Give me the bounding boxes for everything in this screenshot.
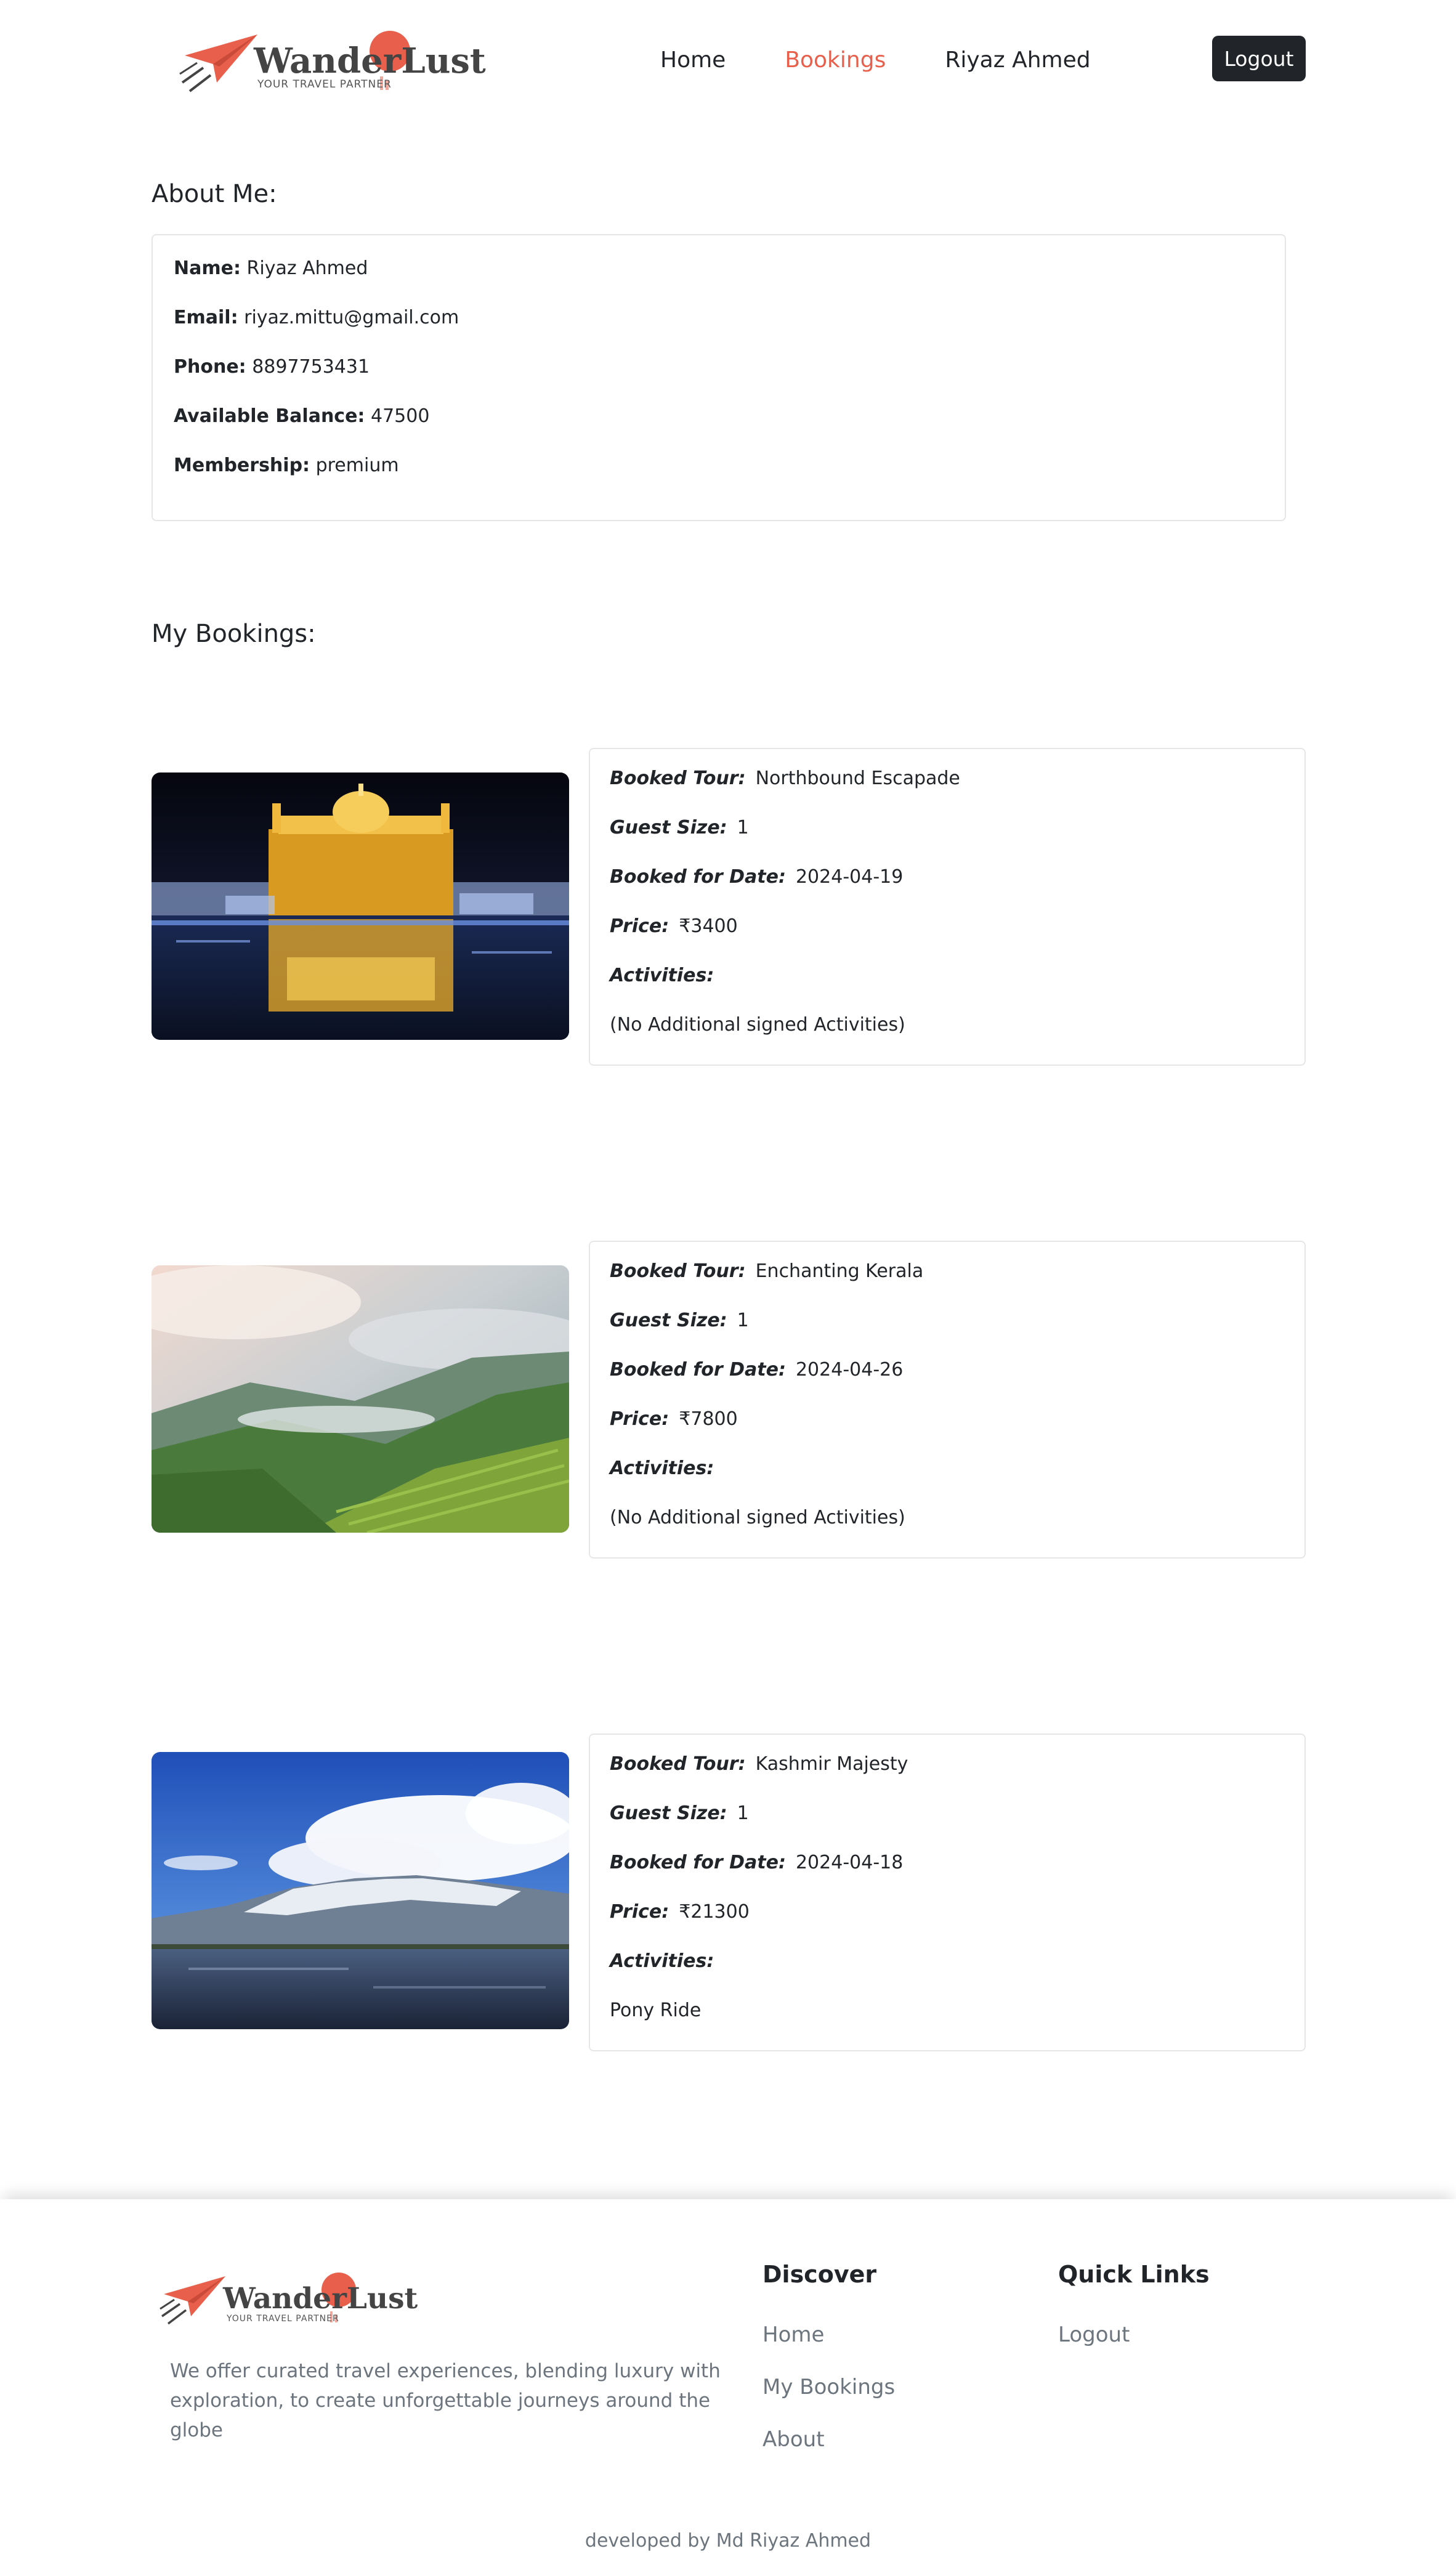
booking-date: Booked for Date: 2024-04-18: [610, 1852, 903, 1873]
detail-value: ₹7800: [679, 1408, 738, 1430]
about-balance: Available Balance: 47500: [174, 405, 429, 427]
booking-details-card: Booked Tour: Enchanting Kerala Guest Size…: [589, 1241, 1306, 1559]
booking-activities-label: Activities:: [610, 1950, 724, 1972]
detail-label: Activities:: [610, 1458, 714, 1479]
detail-value: Kashmir Majesty: [755, 1753, 908, 1775]
detail-value: 1: [737, 1310, 749, 1331]
booking-activities-value: Pony Ride: [610, 2000, 702, 2021]
booking-activities-value: (No Additional signed Activities): [610, 1507, 905, 1528]
about-title: About Me:: [152, 180, 277, 208]
brand-tagline: YOUR TRAVEL PARTNER: [257, 78, 392, 91]
booking-activities-value: (No Additional signed Activities): [610, 1014, 905, 1036]
footer-quick-links-title: Quick Links: [1058, 2261, 1210, 2288]
detail-label: Booked for Date:: [610, 866, 786, 888]
footer-description: We offer curated travel experiences, ble…: [170, 2360, 721, 2441]
detail-label: Booked for Date:: [610, 1852, 786, 1873]
detail-label: Booked Tour:: [610, 1260, 746, 1282]
booking-guests: Guest Size: 1: [610, 817, 749, 838]
footer-link-about[interactable]: About: [762, 2427, 825, 2452]
detail-label: Guest Size:: [610, 1802, 727, 1824]
site-header: WanderLust YOUR TRAVEL PARTNER Home Book…: [0, 0, 1456, 120]
booking-item: Booked Tour: Enchanting Kerala Guest Size…: [152, 1241, 1306, 1561]
detail-label: Guest Size:: [610, 1310, 727, 1331]
golden-temple-image: [152, 772, 569, 1040]
field-label: Available Balance:: [174, 405, 365, 427]
kashmir-lake-image: [152, 1752, 569, 2029]
footer-credit: developed by Md Riyaz Ahmed: [584, 2530, 872, 2552]
booking-guests: Guest Size: 1: [610, 1310, 749, 1331]
detail-value: ₹3400: [679, 915, 738, 937]
detail-label: Price:: [610, 1901, 669, 1923]
field-value: premium: [315, 455, 399, 476]
booking-details-card: Booked Tour: Northbound Escapade Guest Si…: [589, 748, 1306, 1066]
bookings-title: My Bookings:: [152, 620, 316, 648]
detail-label: Booked Tour:: [610, 1753, 746, 1775]
booking-price: Price: ₹3400: [610, 915, 738, 937]
brand-logo[interactable]: WanderLust YOUR TRAVEL PARTNER: [179, 23, 486, 97]
brand-tagline: YOUR TRAVEL PARTNER: [227, 2314, 339, 2324]
logout-button[interactable]: Logout: [1212, 36, 1306, 81]
nav-bookings[interactable]: Bookings: [785, 43, 886, 78]
footer-discover-title: Discover: [762, 2261, 877, 2288]
detail-value: 2024-04-18: [795, 1852, 904, 1873]
detail-value: Northbound Escapade: [755, 768, 960, 789]
field-value: 8897753431: [252, 356, 370, 378]
detail-label: Price:: [610, 1408, 669, 1430]
main-nav: Home Bookings Riyaz Ahmed: [660, 43, 1150, 78]
field-value: 47500: [370, 405, 430, 427]
detail-label: Price:: [610, 915, 669, 937]
booking-activities-label: Activities:: [610, 1458, 724, 1479]
footer-brand-logo[interactable]: WanderLust YOUR TRAVEL PARTNER: [159, 2267, 418, 2329]
footer-link-my-bookings[interactable]: My Bookings: [762, 2375, 895, 2399]
field-value: Riyaz Ahmed: [246, 258, 368, 279]
about-card: Name: Riyaz Ahmed Email: riyaz.mittu@gma…: [152, 234, 1286, 521]
detail-label: Activities:: [610, 1950, 714, 1972]
detail-value: ₹21300: [679, 1901, 750, 1923]
detail-label: Booked for Date:: [610, 1359, 786, 1381]
about-membership: Membership: premium: [174, 455, 399, 476]
nav-home[interactable]: Home: [660, 43, 726, 78]
detail-value: 1: [737, 1802, 749, 1824]
site-footer: WanderLust YOUR TRAVEL PARTNER We offer …: [0, 2199, 1456, 2575]
booking-tour: Booked Tour: Northbound Escapade: [610, 768, 960, 789]
booking-guests: Guest Size: 1: [610, 1802, 749, 1824]
booking-item: Booked Tour: Northbound Escapade Guest Si…: [152, 748, 1306, 1068]
booking-item: Booked Tour: Kashmir Majesty Guest Size: 1…: [152, 1734, 1306, 2054]
about-phone: Phone: 8897753431: [174, 356, 370, 378]
about-email: Email: riyaz.mittu@gmail.com: [174, 307, 459, 328]
detail-label: Guest Size:: [610, 817, 727, 838]
detail-label: Activities:: [610, 965, 714, 986]
brand-name: WanderLust: [254, 41, 486, 81]
detail-label: Booked Tour:: [610, 768, 746, 789]
brand-name: WanderLust: [223, 2282, 418, 2316]
detail-value: 1: [737, 817, 749, 838]
field-label: Phone:: [174, 356, 246, 378]
about-name: Name: Riyaz Ahmed: [174, 258, 368, 279]
booking-price: Price: ₹7800: [610, 1408, 738, 1430]
detail-value: Enchanting Kerala: [755, 1260, 924, 1282]
footer-link-logout[interactable]: Logout: [1058, 2322, 1130, 2347]
footer-link-home[interactable]: Home: [762, 2322, 824, 2347]
field-label: Membership:: [174, 455, 310, 476]
booking-tour: Booked Tour: Enchanting Kerala: [610, 1260, 923, 1282]
detail-value: 2024-04-26: [795, 1359, 904, 1381]
detail-value: 2024-04-19: [795, 866, 904, 888]
kerala-hills-image: [152, 1265, 569, 1533]
booking-date: Booked for Date: 2024-04-19: [610, 866, 903, 888]
booking-price: Price: ₹21300: [610, 1901, 750, 1923]
nav-profile[interactable]: Riyaz Ahmed: [945, 43, 1090, 78]
booking-activities-label: Activities:: [610, 965, 724, 986]
booking-tour: Booked Tour: Kashmir Majesty: [610, 1753, 908, 1775]
booking-details-card: Booked Tour: Kashmir Majesty Guest Size: 1…: [589, 1734, 1306, 2051]
booking-date: Booked for Date: 2024-04-26: [610, 1359, 903, 1381]
field-label: Email:: [174, 307, 238, 328]
field-value: riyaz.mittu@gmail.com: [244, 307, 459, 328]
field-label: Name:: [174, 258, 241, 279]
